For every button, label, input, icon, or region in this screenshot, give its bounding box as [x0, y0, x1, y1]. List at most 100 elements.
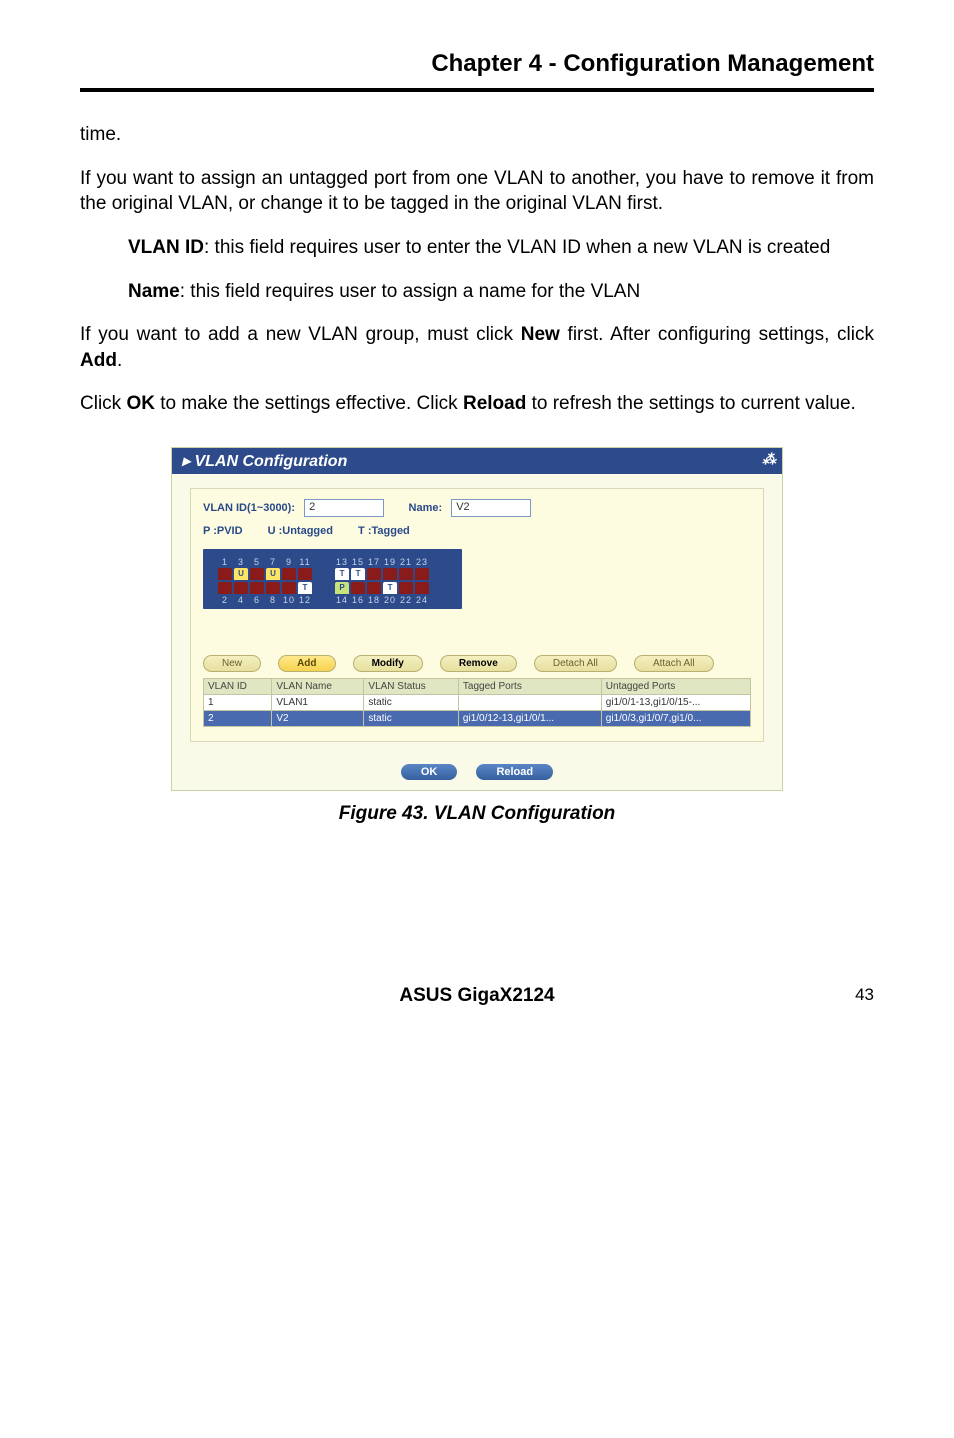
table-header-row: VLAN ID VLAN Name VLAN Status Tagged Por…: [204, 679, 751, 695]
table-row[interactable]: 2 V2 static gi1/0/12-13,gi1/0/1... gi1/0…: [204, 711, 751, 727]
cell: gi1/0/3,gi1/0/7,gi1/0...: [601, 711, 750, 727]
num: 23: [414, 557, 430, 567]
col-untagged[interactable]: Untagged Ports: [601, 679, 750, 695]
page-footer: ASUS GigaX2124 43: [80, 985, 874, 1007]
action-button-row: New Add Modify Remove Detach All Attach …: [203, 655, 751, 672]
port-22[interactable]: [399, 582, 413, 594]
port-15[interactable]: [351, 568, 365, 580]
port-7[interactable]: [266, 568, 280, 580]
port-8[interactable]: [266, 582, 280, 594]
num: 7: [265, 557, 281, 567]
col-vlanstatus[interactable]: VLAN Status: [364, 679, 459, 695]
cell: static: [364, 711, 459, 727]
port-17[interactable]: [367, 568, 381, 580]
port-12[interactable]: [298, 582, 312, 594]
port-group-a: 1357911 24681012: [217, 557, 313, 605]
p4c: to refresh the settings to current value…: [526, 393, 856, 414]
name-term-desc: : this field requires user to assign a n…: [180, 281, 640, 302]
paragraph-ok-reload: Click OK to make the settings effective.…: [80, 391, 874, 417]
num: 4: [233, 595, 249, 605]
vlanid-term: VLAN ID: [128, 237, 204, 258]
port-20[interactable]: [383, 582, 397, 594]
num: 6: [249, 595, 265, 605]
p4-reload: Reload: [463, 393, 526, 414]
num: 5: [249, 557, 265, 567]
new-button[interactable]: New: [203, 655, 261, 672]
col-tagged[interactable]: Tagged Ports: [458, 679, 601, 695]
port-19[interactable]: [383, 568, 397, 580]
vlan-table: VLAN ID VLAN Name VLAN Status Tagged Por…: [203, 678, 751, 727]
modify-button[interactable]: Modify: [353, 655, 423, 672]
port-14[interactable]: [335, 582, 349, 594]
num: 13: [334, 557, 350, 567]
num: 20: [382, 595, 398, 605]
port-6[interactable]: [250, 582, 264, 594]
add-button[interactable]: Add: [278, 655, 335, 672]
cell: VLAN1: [272, 695, 364, 711]
col-vlanid[interactable]: VLAN ID: [204, 679, 272, 695]
port-16[interactable]: [351, 582, 365, 594]
port-nums-bot-a: 24681012: [217, 595, 313, 605]
port-nums-bot-b: 141618202224: [334, 595, 430, 605]
port-2[interactable]: [218, 582, 232, 594]
marker-icon: ▸: [182, 453, 194, 470]
num: 11: [297, 557, 313, 567]
cell: static: [364, 695, 459, 711]
port-panel: 1357911 24681012: [203, 549, 462, 609]
port-1[interactable]: [218, 568, 232, 580]
name-input[interactable]: V2: [451, 499, 531, 517]
p3-new: New: [521, 324, 560, 345]
paragraph-new-add: If you want to add a new VLAN group, mus…: [80, 322, 874, 373]
port-3[interactable]: [234, 568, 248, 580]
p4-ok: OK: [126, 393, 155, 414]
port-legend: P :PVID U :Untagged T :Tagged: [203, 525, 751, 537]
name-term: Name: [128, 281, 180, 302]
vlanid-term-desc: : this field requires user to enter the …: [204, 237, 830, 258]
window-corner-icon: ⁂: [762, 451, 776, 468]
footer-product: ASUS GigaX2124: [399, 985, 554, 1006]
vlanid-input[interactable]: 2: [304, 499, 384, 517]
num: 3: [233, 557, 249, 567]
p3b: first. After configuring settings, click: [560, 324, 874, 345]
port-9[interactable]: [282, 568, 296, 580]
num: 1: [217, 557, 233, 567]
table-row[interactable]: 1 VLAN1 static gi1/0/1-13,gi1/0/15-...: [204, 695, 751, 711]
port-10[interactable]: [282, 582, 296, 594]
p3-add: Add: [80, 350, 117, 371]
port-5[interactable]: [250, 568, 264, 580]
port-13[interactable]: [335, 568, 349, 580]
paragraph-intro: If you want to assign an untagged port f…: [80, 166, 874, 217]
cell: 2: [204, 711, 272, 727]
detach-all-button[interactable]: Detach All: [534, 655, 617, 672]
num: 15: [350, 557, 366, 567]
bottom-button-row: OK Reload: [172, 752, 782, 790]
port-11[interactable]: [298, 568, 312, 580]
p4a: Click: [80, 393, 126, 414]
attach-all-button[interactable]: Attach All: [634, 655, 714, 672]
port-18[interactable]: [367, 582, 381, 594]
cell: 1: [204, 695, 272, 711]
port-4[interactable]: [234, 582, 248, 594]
vlan-id-row: VLAN ID(1~3000): 2 Name: V2: [203, 499, 751, 517]
paragraph-time: time.: [80, 122, 874, 148]
screenshot-vlan-config: ▸ VLAN Configuration ⁂ VLAN ID(1~3000): …: [171, 447, 783, 791]
name-label: Name:: [409, 502, 443, 514]
remove-button[interactable]: Remove: [440, 655, 517, 672]
field-vlanid-desc: VLAN ID: this field requires user to ent…: [128, 235, 864, 261]
vlanid-label: VLAN ID(1~3000):: [203, 502, 295, 514]
num: 2: [217, 595, 233, 605]
header-rule: [80, 88, 874, 92]
num: 17: [366, 557, 382, 567]
num: 22: [398, 595, 414, 605]
col-vlanname[interactable]: VLAN Name: [272, 679, 364, 695]
num: 19: [382, 557, 398, 567]
p3c: .: [117, 350, 122, 371]
cell: gi1/0/1-13,gi1/0/15-...: [601, 695, 750, 711]
port-23[interactable]: [415, 568, 429, 580]
ok-button[interactable]: OK: [401, 764, 458, 780]
chapter-title: Chapter 4 - Configuration Management: [80, 50, 874, 78]
port-24[interactable]: [415, 582, 429, 594]
port-21[interactable]: [399, 568, 413, 580]
legend-untagged: U :Untagged: [268, 525, 333, 537]
reload-button[interactable]: Reload: [476, 764, 553, 780]
